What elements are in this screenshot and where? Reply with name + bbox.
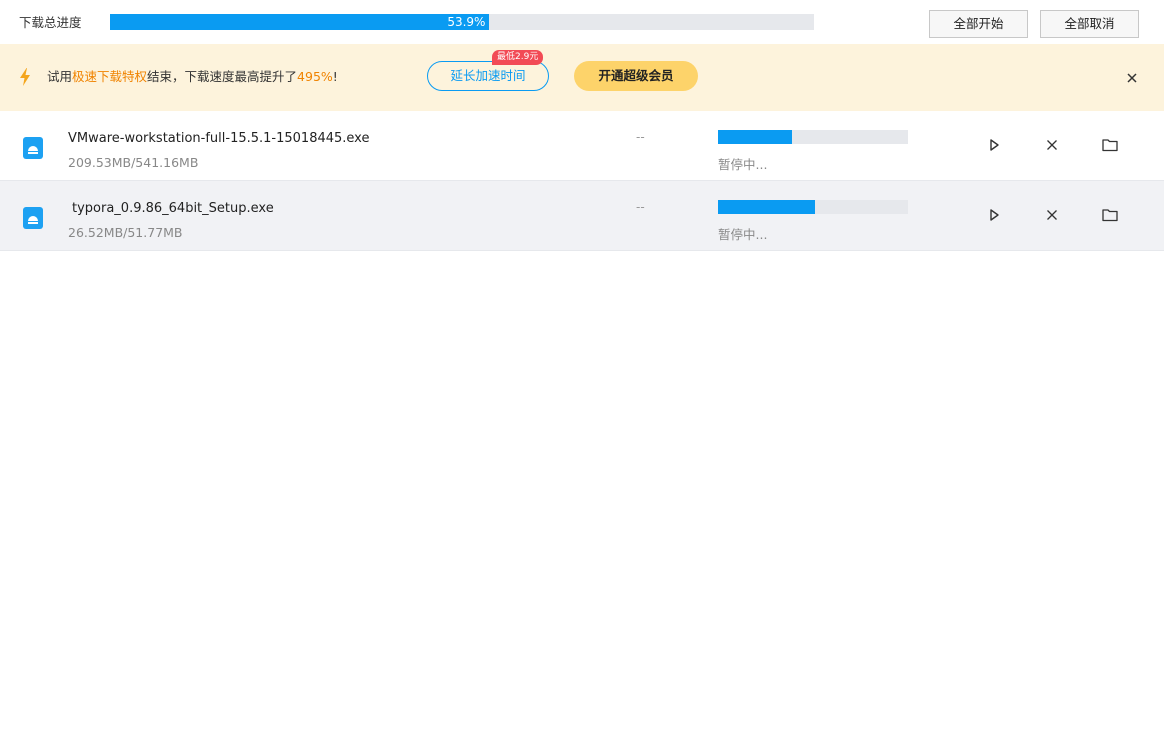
extend-speedup-button[interactable]: 延长加速时间 (427, 61, 549, 91)
price-badge: 最低2.9元 (492, 50, 544, 65)
promo-text-pre: 试用 (47, 69, 73, 84)
download-status: 暂停中... (718, 157, 768, 172)
file-name: typora_0.9.86_64bit_Setup.exe (72, 201, 274, 216)
download-speed: -- (636, 200, 645, 214)
play-icon[interactable] (985, 206, 1003, 224)
download-progress-bar (718, 130, 908, 144)
file-icon (23, 137, 43, 159)
file-name: VMware-workstation-full-15.5.1-15018445.… (68, 131, 370, 146)
close-icon[interactable] (1043, 136, 1061, 154)
promo-message: 试用极速下载特权结束，下载速度最高提升了495%! (47, 68, 338, 86)
promo-text-highlight-privilege: 极速下载特权 (72, 69, 148, 84)
total-progress-label: 下载总进度 (19, 15, 82, 30)
open-super-vip-button[interactable]: 开通超级会员 (574, 61, 698, 91)
close-icon[interactable] (1124, 70, 1140, 86)
download-progress-fill (718, 200, 816, 214)
close-icon[interactable] (1043, 206, 1061, 224)
download-progress-bar (718, 200, 908, 214)
play-icon[interactable] (985, 136, 1003, 154)
file-size: 209.53MB/541.16MB (68, 155, 199, 170)
file-size: 26.52MB/51.77MB (68, 225, 183, 240)
promo-banner: 试用极速下载特权结束，下载速度最高提升了495%! 延长加速时间 最低2.9元 … (0, 44, 1164, 111)
promo-text-post: ! (332, 69, 338, 84)
total-progress-bar: 53.9% (110, 14, 814, 30)
download-progress-fill (718, 130, 792, 144)
download-speed: -- (636, 130, 645, 144)
promo-text-mid: 结束，下载速度最高提升了 (147, 69, 298, 84)
start-all-button[interactable]: 全部开始 (929, 10, 1028, 38)
total-progress-percent: 53.9% (447, 15, 486, 29)
toolbar: 下载总进度 53.9% 全部开始 全部取消 (0, 0, 1164, 44)
download-status: 暂停中... (718, 227, 768, 242)
folder-icon[interactable] (1101, 136, 1119, 154)
download-row[interactable]: VMware-workstation-full-15.5.1-15018445.… (0, 111, 1164, 181)
download-row[interactable]: typora_0.9.86_64bit_Setup.exe 26.52MB/51… (0, 181, 1164, 251)
folder-icon[interactable] (1101, 206, 1119, 224)
lightning-icon (20, 68, 30, 86)
cancel-all-button[interactable]: 全部取消 (1040, 10, 1139, 38)
file-icon (23, 207, 43, 229)
promo-text-highlight-percent: 495% (297, 69, 333, 84)
